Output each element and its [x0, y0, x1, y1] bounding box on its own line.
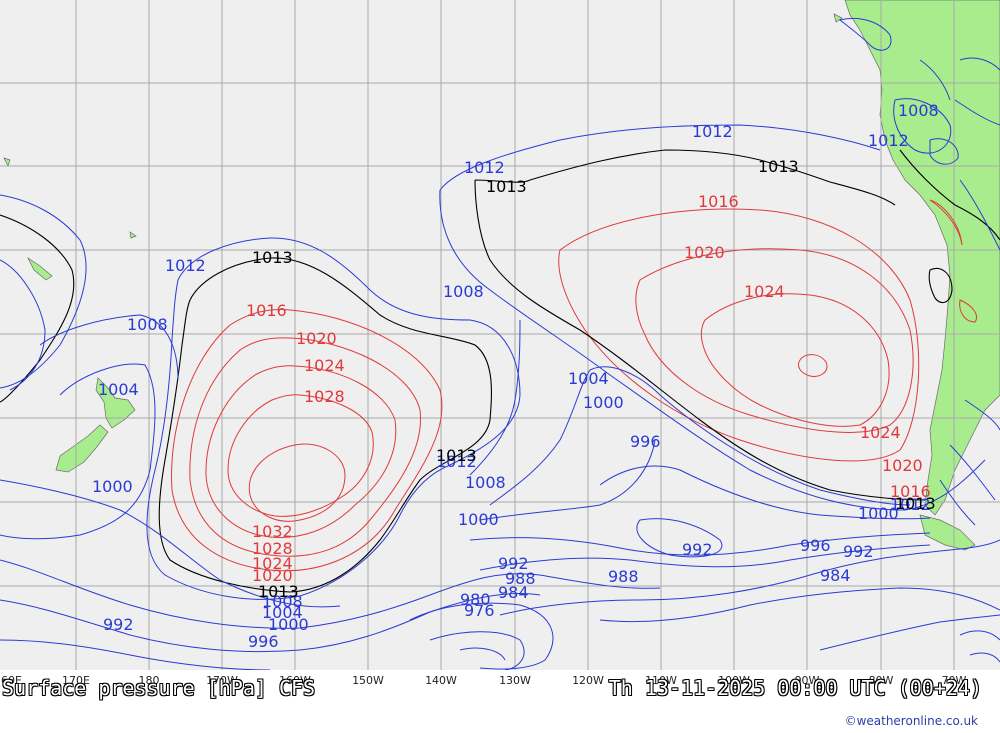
- pressure-map: 1012 1012 1012 1012 1008 1008 1008 1004 …: [0, 0, 1000, 670]
- isobar-label: 1024: [860, 423, 901, 442]
- isobar-label: 1008: [443, 282, 484, 301]
- isobar-label: 1000: [458, 510, 499, 529]
- isobar-label: 1008: [465, 473, 506, 492]
- isobar-label: 1004: [98, 380, 139, 399]
- isobar-label: 1020: [296, 329, 337, 348]
- isobar-label: 1013: [252, 248, 293, 267]
- isobar-label: 1000: [858, 504, 899, 523]
- isobar-label: 1013: [436, 446, 477, 465]
- isobar-label: 988: [608, 567, 639, 586]
- isobar-label: 984: [498, 583, 529, 602]
- isobar-label: 976: [464, 601, 495, 620]
- isobar-label: 1020: [882, 456, 923, 475]
- isobar-label: 1012: [165, 256, 206, 275]
- isobar-label: 1013: [486, 177, 527, 196]
- isobar-label: 1008: [898, 101, 939, 120]
- isobar-label: 1004: [568, 369, 609, 388]
- isobar-label: 1013: [895, 494, 936, 513]
- isobar-label: 992: [103, 615, 134, 634]
- isobar-label: 1024: [744, 282, 785, 301]
- isobar-label: 1012: [692, 122, 733, 141]
- valid-time: Th 13-11-2025 00:00 UTC (00+24): [608, 676, 982, 700]
- isobar-label: 992: [843, 542, 874, 561]
- lon-label: 150W: [352, 674, 384, 687]
- isobar-label: 984: [820, 566, 851, 585]
- credit-link[interactable]: ©weatheronline.co.uk: [845, 714, 978, 728]
- isobar-label: 1020: [684, 243, 725, 262]
- lon-label: 120W: [572, 674, 604, 687]
- lon-label: 130W: [499, 674, 531, 687]
- isobar-label: 1000: [583, 393, 624, 412]
- map-title: Surface pressure [hPa] CFS: [2, 676, 316, 700]
- isobar-label: 996: [248, 632, 279, 651]
- isobar-label: 1016: [246, 301, 287, 320]
- isobar-label: 1013: [758, 157, 799, 176]
- isobar-label: 1024: [304, 356, 345, 375]
- isobar-label: 992: [682, 540, 713, 559]
- isobar-label: 1028: [304, 387, 345, 406]
- isobar-label: 1000: [92, 477, 133, 496]
- isobar-label: 1013: [258, 582, 299, 601]
- isobar-label: 1016: [698, 192, 739, 211]
- isobar-label: 996: [630, 432, 661, 451]
- isobar-label: 1012: [868, 131, 909, 150]
- isobar-label: 1012: [464, 158, 505, 177]
- isobar-label: 1008: [127, 315, 168, 334]
- isobar-label: 996: [800, 536, 831, 555]
- lon-label: 140W: [425, 674, 457, 687]
